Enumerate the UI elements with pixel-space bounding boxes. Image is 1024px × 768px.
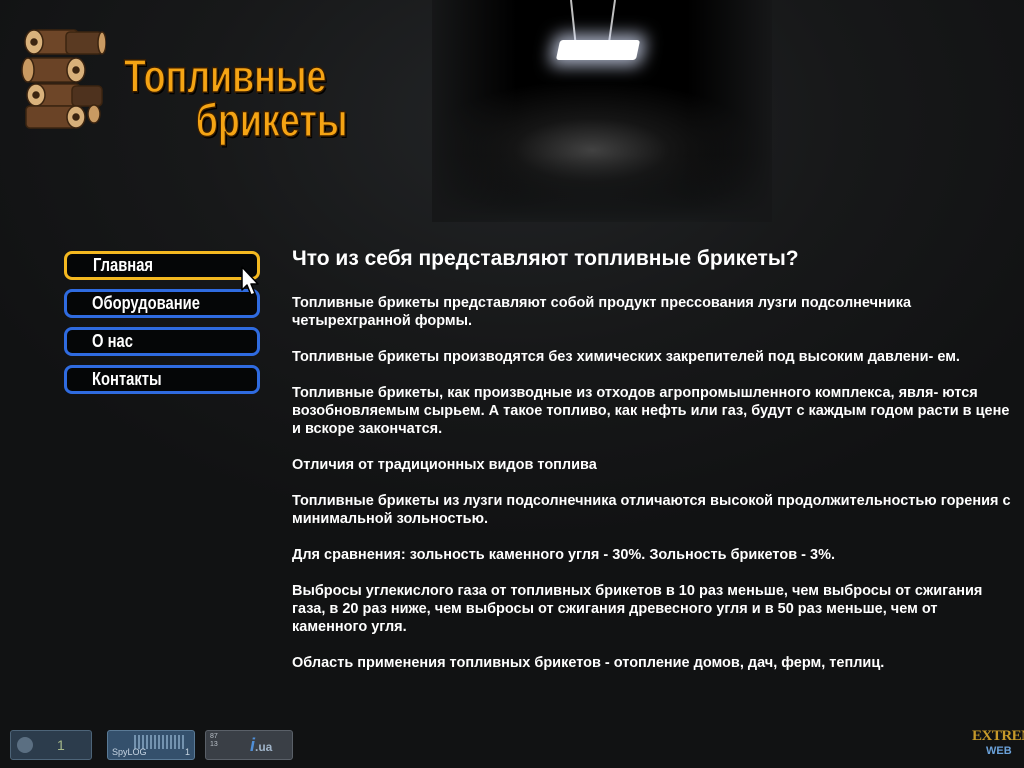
site-logo[interactable]: Топливные брикеты [20, 26, 348, 144]
content-paragraph: Топливные брикеты из лузги подсолнечника… [292, 493, 1011, 527]
hero-fade [432, 0, 772, 222]
content-paragraph: Для сравнения: зольность каменного угля … [292, 547, 835, 563]
nav-item-contacts[interactable]: Контакты [64, 365, 260, 394]
content-paragraph: Топливные брикеты, как производные из от… [292, 385, 1010, 437]
logo-title: Топливные брикеты [123, 52, 348, 146]
hero-lamp-image [432, 0, 772, 222]
nav-item-equipment[interactable]: Оборудование [64, 289, 260, 318]
nav-item-home-label: Главная [93, 255, 154, 275]
nav-item-home[interactable]: Главная [64, 251, 260, 280]
content-paragraph: Топливные брикеты представляют собой про… [292, 295, 912, 329]
counter-3-line2: 13 [210, 741, 218, 748]
content-paragraph: Выбросы углекислого газа от топливных бр… [292, 583, 983, 635]
nav-item-equipment-label: Оборудование [92, 293, 200, 313]
developer-logo-line1: EXTREME [972, 728, 1024, 744]
nav-item-about[interactable]: О нас [64, 327, 260, 356]
developer-logo[interactable]: EXTREME WEB [972, 728, 1024, 762]
counter-badge-iua[interactable]: 87 13 i.ua [205, 730, 293, 760]
content-paragraph: Область применения топливных брикетов - … [292, 655, 885, 671]
briquettes-icon [21, 29, 106, 129]
counter-3-brand: i.ua [250, 735, 272, 756]
content-paragraph: Топливные брикеты производятся без химич… [292, 349, 960, 365]
developer-logo-line2: WEB [986, 745, 1012, 757]
mouse-pointer-icon [241, 266, 259, 296]
counter-badge-1[interactable]: 1 [10, 730, 92, 760]
counter-2-value: 1 [184, 747, 190, 757]
content-subheading: Отличия от традиционных видов топлива [292, 457, 597, 473]
counter-3-tld: .ua [255, 740, 273, 754]
main-nav: Главная Оборудование О нас Контакты [64, 251, 260, 403]
nav-item-contacts-label: Контакты [92, 369, 162, 389]
nav-item-about-label: О нас [92, 331, 133, 351]
globe-icon [17, 737, 33, 753]
counter-3-line1: 87 [210, 733, 218, 740]
counter-2-label: SpyLOG [112, 747, 147, 757]
counter-badge-spylog[interactable]: SpyLOG 1 [107, 730, 195, 760]
counter-1-value: 1 [57, 737, 65, 753]
main-content: Что из себя представляют топливные брике… [292, 246, 1012, 690]
page-title: Что из себя представляют топливные брике… [292, 247, 799, 270]
logo-title-line2: брикеты [195, 94, 348, 146]
